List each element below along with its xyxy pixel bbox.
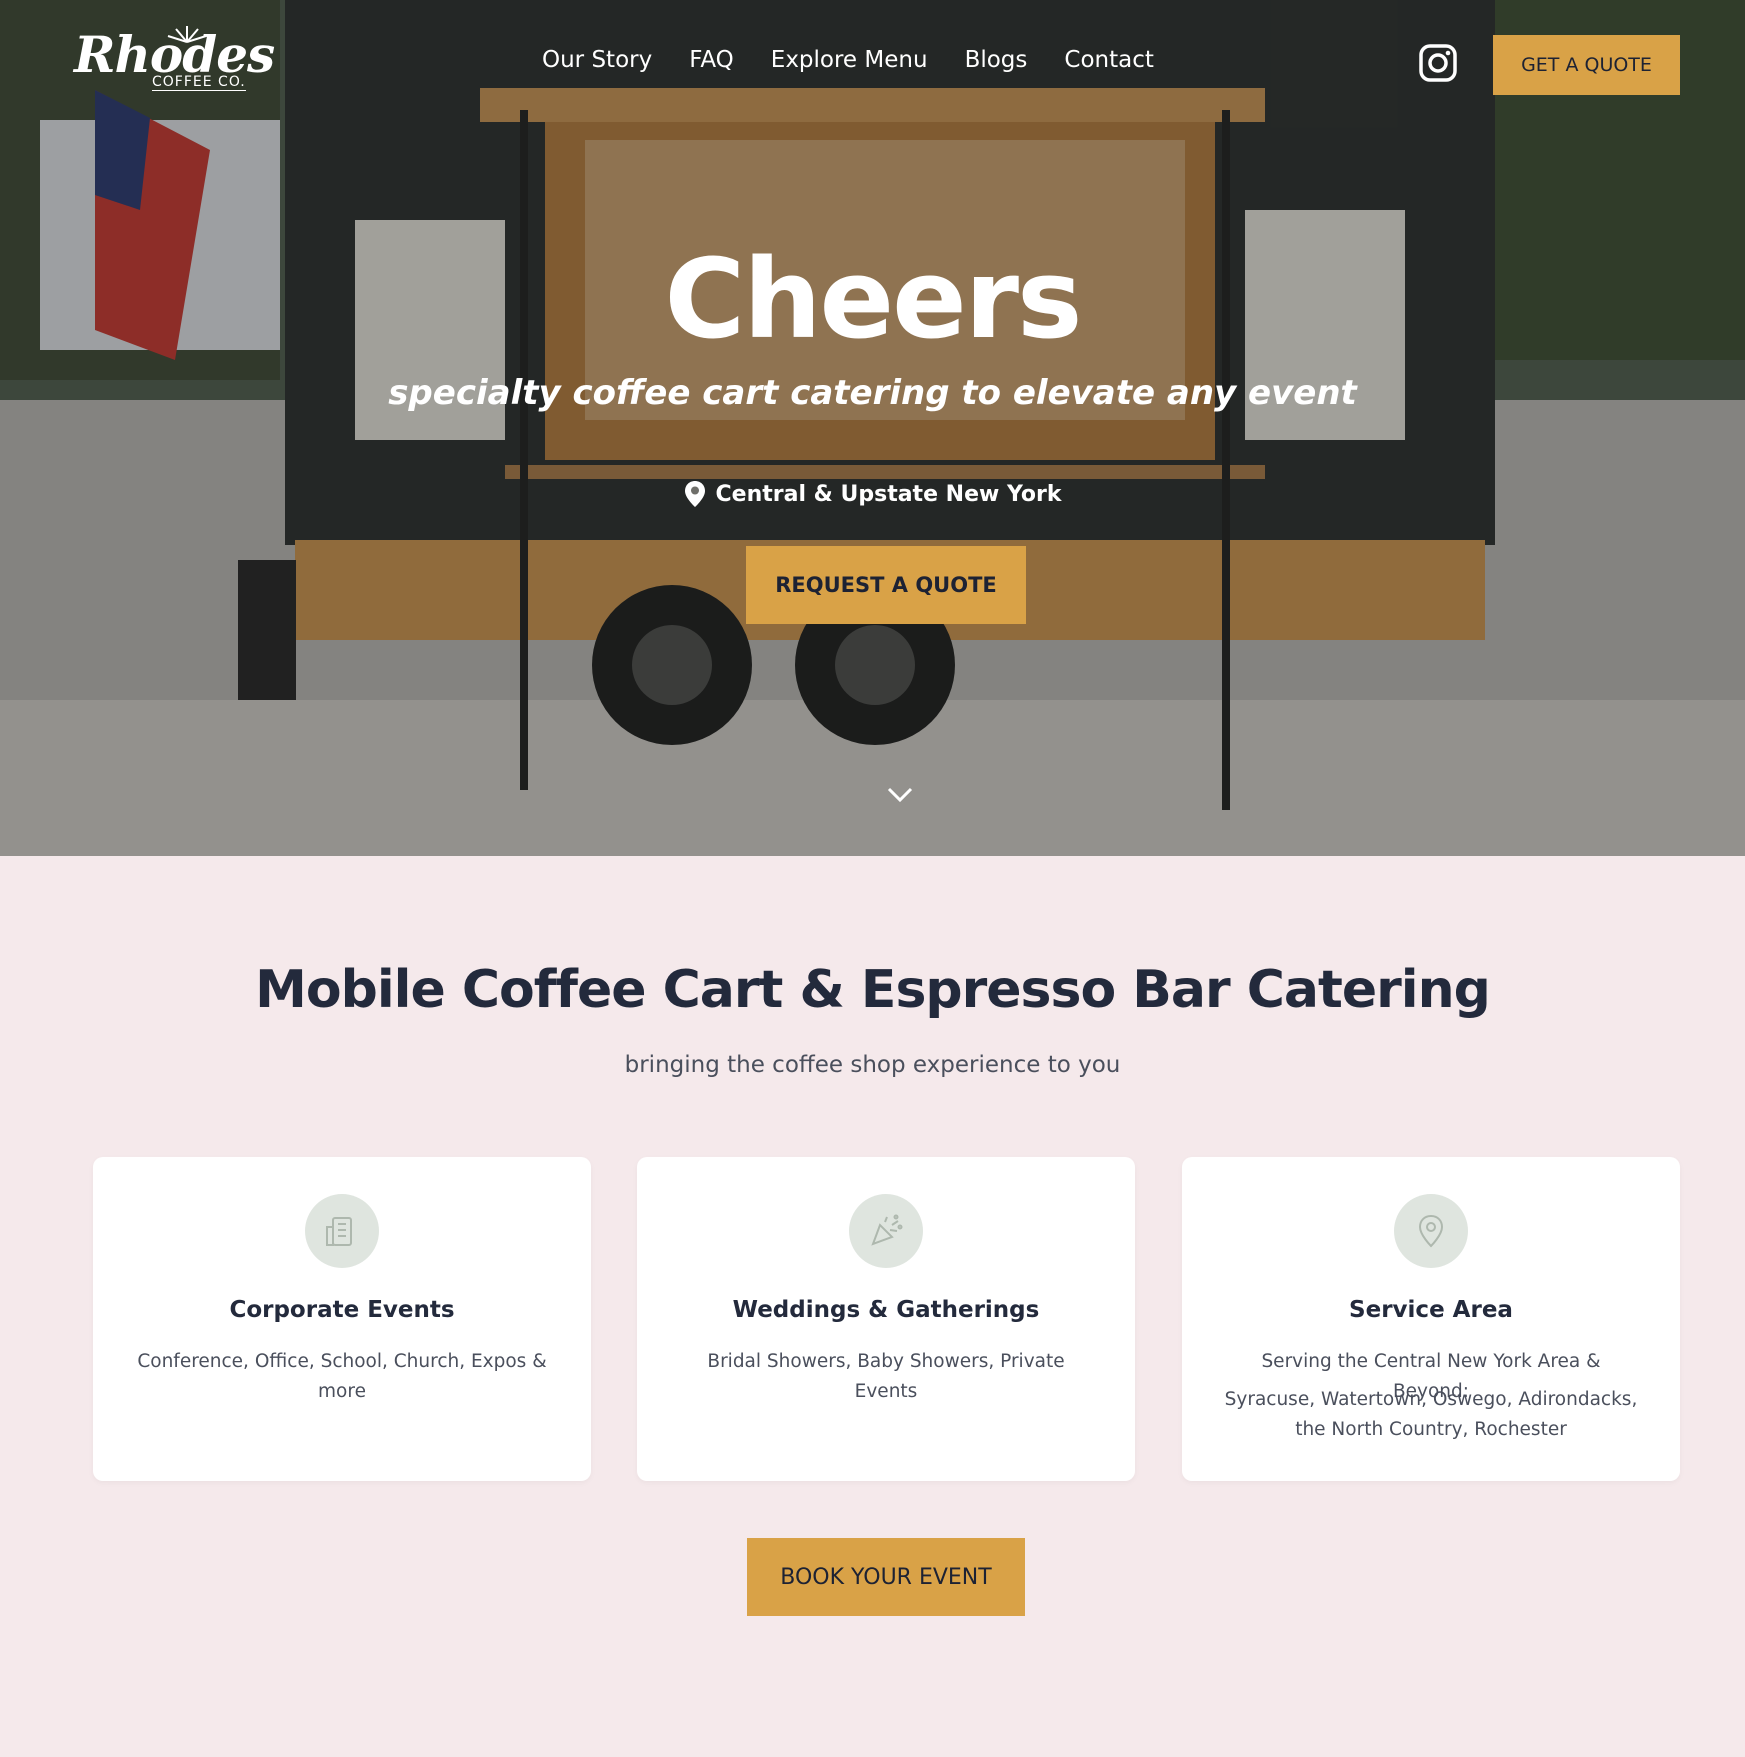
nav-our-story[interactable]: Our Story [542, 47, 652, 73]
main-nav: Our Story FAQ Explore Menu Blogs Contact [542, 47, 1154, 73]
map-pin-icon [684, 481, 705, 507]
hero-section: Rhodes COFFEE CO. Our Story FAQ Explore … [0, 0, 1745, 856]
card-text: Conference, Office, School, Church, Expo… [137, 1351, 547, 1402]
card-icon-circle [305, 1194, 379, 1268]
book-your-event-button[interactable]: BOOK YOUR EVENT [747, 1538, 1025, 1616]
hero-overlay [0, 0, 1745, 856]
section-title: Mobile Coffee Cart & Espresso Bar Cateri… [255, 960, 1491, 1020]
card-title: Weddings & Gatherings [732, 1297, 1040, 1323]
nav-contact[interactable]: Contact [1064, 47, 1153, 73]
building-icon [326, 1217, 352, 1246]
card-weddings-gatherings: Weddings & Gatherings Bridal Showers, Ba… [637, 1157, 1135, 1481]
card-corporate-events: Corporate Events Conference, Office, Sch… [93, 1157, 591, 1481]
card-icon-circle [1394, 1194, 1468, 1268]
hero-location-text: Central & Upstate New York [715, 481, 1062, 507]
hero-location: Central & Upstate New York [0, 480, 1745, 508]
request-a-quote-button[interactable]: REQUEST A QUOTE [746, 546, 1026, 624]
get-a-quote-button[interactable]: GET A QUOTE [1493, 35, 1680, 95]
chevron-down-icon[interactable] [886, 786, 914, 804]
card-text-secondary: Syracuse, Watertown, Oswego, Adirondacks… [1224, 1389, 1638, 1440]
card-icon-circle [849, 1194, 923, 1268]
instagram-icon[interactable] [1418, 43, 1458, 83]
section-subtitle: bringing the coffee shop experience to y… [624, 1052, 1121, 1078]
hero-title: Cheers [664, 235, 1083, 363]
card-service-area: Service Area Serving the Central New Yor… [1182, 1157, 1680, 1481]
card-title: Service Area [1349, 1297, 1513, 1323]
sun-rays-icon [167, 26, 207, 43]
nav-explore-menu[interactable]: Explore Menu [771, 47, 928, 73]
card-title: Corporate Events [229, 1297, 455, 1323]
hero-subtitle: specialty coffee cart catering to elevat… [388, 373, 1357, 413]
party-popper-icon [871, 1214, 903, 1246]
logo-subtitle: COFFEE CO. [152, 74, 246, 92]
brand-logo[interactable]: Rhodes COFFEE CO. [74, 26, 275, 100]
nav-blogs[interactable]: Blogs [965, 47, 1028, 73]
nav-faq[interactable]: FAQ [689, 47, 734, 73]
card-text: Bridal Showers, Baby Showers, Private Ev… [707, 1351, 1065, 1402]
location-pin-icon [1418, 1214, 1444, 1248]
